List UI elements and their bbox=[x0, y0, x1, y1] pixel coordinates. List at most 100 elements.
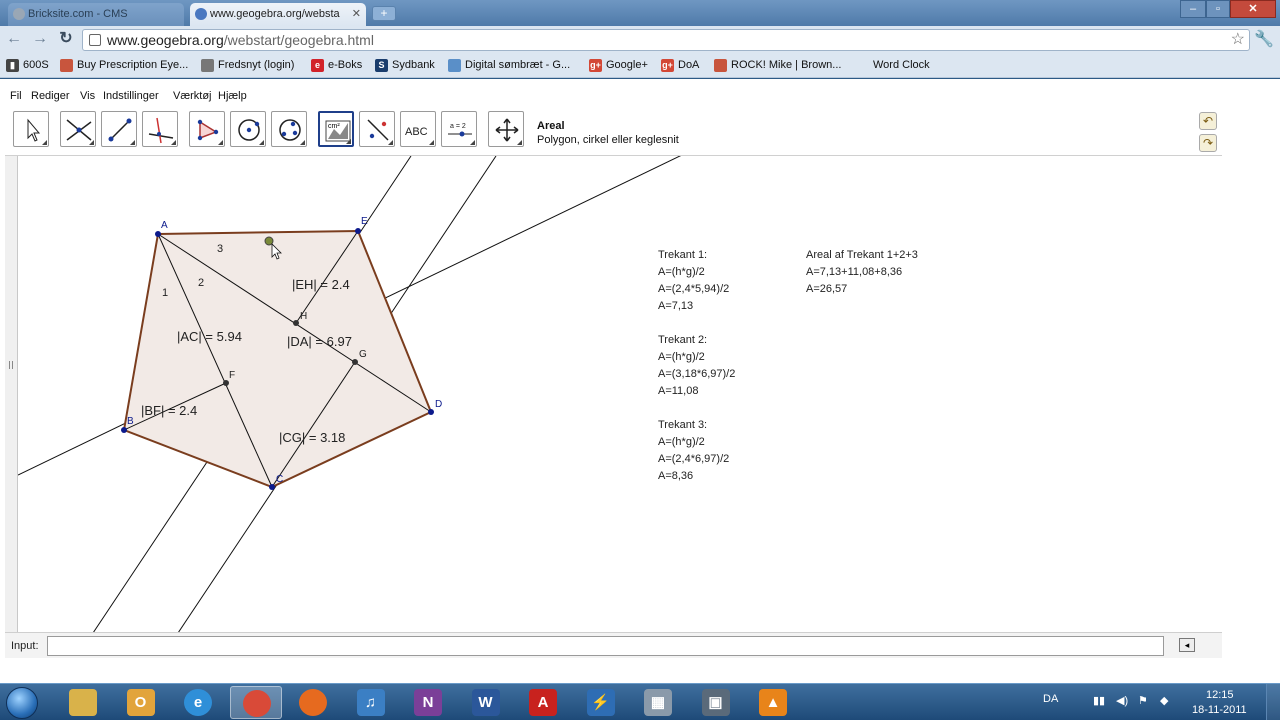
pentagon-polygon[interactable] bbox=[122, 229, 433, 489]
notes-column-1: Trekant 1: A=(h*g)/2 A=(2,4*5,94)/2 A=7,13 … bbox=[658, 247, 735, 485]
tab-close-icon[interactable]: ✕ bbox=[352, 3, 361, 25]
redo-button[interactable]: ↷ bbox=[1199, 134, 1217, 152]
tab-bricksite[interactable]: Bricksite.com - CMS bbox=[8, 3, 184, 26]
bookmark-label: Digital sømbræt - G... bbox=[465, 59, 571, 71]
bookmark-item[interactable]: Fredsnyt (login) bbox=[201, 58, 294, 74]
reload-icon[interactable]: ↻ bbox=[56, 31, 76, 49]
bookmark-icon: ▮ bbox=[6, 59, 19, 72]
menu-rediger[interactable]: Rediger bbox=[31, 90, 70, 102]
bookmark-label: 600S bbox=[23, 59, 49, 71]
perpendicular-tool-button[interactable] bbox=[142, 111, 178, 147]
point-b[interactable] bbox=[121, 427, 127, 433]
page-icon bbox=[448, 59, 461, 72]
move-graphics-view-tool-button[interactable] bbox=[488, 111, 524, 147]
algebra-view-splitter[interactable] bbox=[5, 156, 18, 632]
note-line: Trekant 3: bbox=[658, 419, 708, 431]
bookmark-item[interactable]: e e-Boks bbox=[311, 58, 362, 74]
browser-toolbar: ← → ↻ www.geogebra.org/webstart/geogebra… bbox=[0, 26, 1280, 54]
point-d[interactable] bbox=[428, 409, 434, 415]
intersect-tool-button[interactable] bbox=[60, 111, 96, 147]
bookmark-label: Fredsnyt (login) bbox=[218, 59, 295, 71]
input-field[interactable] bbox=[47, 636, 1164, 656]
taskbar-app-calculator[interactable]: ▦ bbox=[632, 686, 684, 719]
bookmark-label: Buy Prescription Eye... bbox=[77, 59, 189, 71]
point-c[interactable] bbox=[269, 484, 275, 490]
slider-tool-button[interactable]: a = 2 bbox=[441, 111, 477, 147]
wrench-icon[interactable]: 🔧 bbox=[1254, 29, 1274, 49]
taskbar-app-flash[interactable]: ⚡ bbox=[575, 686, 627, 719]
address-bar[interactable]: www.geogebra.org/webstart/geogebra.html … bbox=[82, 29, 1250, 51]
text-glyph: ABC bbox=[405, 126, 428, 138]
calculator-icon: ▦ bbox=[644, 689, 672, 716]
bookmark-star-icon[interactable]: ☆ bbox=[1231, 30, 1245, 50]
bookmark-item[interactable]: ▮ 600S bbox=[6, 58, 49, 74]
input-help-toggle-icon[interactable]: ◂ bbox=[1179, 638, 1195, 652]
volume-icon[interactable]: ◀) bbox=[1116, 694, 1128, 707]
clock-date[interactable]: 18-11-2011 bbox=[1192, 704, 1247, 716]
tab-geogebra[interactable]: www.geogebra.org/websta ✕ bbox=[190, 3, 366, 26]
forward-icon[interactable]: → bbox=[30, 31, 50, 49]
menu-fil[interactable]: Fil bbox=[10, 90, 22, 102]
outlook-icon: O bbox=[126, 689, 155, 716]
show-desktop-button[interactable] bbox=[1266, 684, 1280, 720]
graphics-view[interactable]: |EH| = 2.4 |AC| = 5.94 |DA| = 6.97 |BF| = 2… bbox=[5, 155, 1222, 632]
reflect-tool-button[interactable] bbox=[359, 111, 395, 147]
taskbar-app-vlc[interactable]: ▲ bbox=[747, 686, 799, 719]
menu-indstillinger[interactable]: Indstillinger bbox=[103, 90, 159, 102]
point-label: B bbox=[127, 416, 134, 427]
menu-vaerktoej[interactable]: Værktøj bbox=[173, 90, 212, 102]
point-g[interactable] bbox=[352, 359, 358, 365]
point-label: G bbox=[359, 349, 367, 360]
segment-tool-button[interactable] bbox=[101, 111, 137, 147]
network-icon[interactable]: ▮▮ bbox=[1093, 694, 1105, 707]
point-h[interactable] bbox=[293, 320, 299, 326]
minimize-button[interactable]: – bbox=[1180, 0, 1206, 18]
point-label: E bbox=[361, 216, 368, 227]
point-a[interactable] bbox=[155, 231, 161, 237]
dropbox-icon[interactable]: ◆ bbox=[1160, 694, 1168, 707]
text-tool-button[interactable]: ABC bbox=[400, 111, 436, 147]
taskbar-app-acrobat[interactable]: A bbox=[517, 686, 569, 719]
taskbar-app-video-editor[interactable]: ▣ bbox=[690, 686, 742, 719]
taskbar-app-chrome[interactable] bbox=[229, 686, 282, 719]
bookmark-item[interactable]: g+ Google+ bbox=[589, 58, 648, 74]
polygon-tool-button[interactable] bbox=[189, 111, 225, 147]
circle-tool-button[interactable] bbox=[230, 111, 266, 147]
start-button[interactable] bbox=[2, 685, 42, 720]
note-line: A=11,08 bbox=[658, 385, 699, 397]
bookmark-item[interactable]: S Sydbank bbox=[375, 58, 435, 74]
acrobat-icon: A bbox=[529, 689, 557, 716]
new-tab-button[interactable]: + bbox=[372, 6, 396, 21]
menu-hjaelp[interactable]: Hjælp bbox=[218, 90, 247, 102]
move-tool-button[interactable] bbox=[13, 111, 49, 147]
taskbar-app-internet-explorer[interactable]: e bbox=[172, 686, 224, 719]
bookmark-item[interactable]: Word Clock bbox=[856, 58, 930, 74]
gplus-icon: g+ bbox=[589, 59, 602, 72]
url-host: www.geogebra.org bbox=[107, 32, 224, 48]
back-icon[interactable]: ← bbox=[4, 31, 24, 49]
language-indicator[interactable]: DA bbox=[1043, 693, 1058, 705]
taskbar-app-itunes[interactable]: ♫ bbox=[345, 686, 397, 719]
taskbar-app-explorer[interactable] bbox=[57, 686, 109, 719]
point-e[interactable] bbox=[355, 228, 361, 234]
area-tool-button[interactable]: cm² bbox=[318, 111, 354, 147]
note-line: A=(h*g)/2 bbox=[658, 436, 705, 448]
note-line: A=(2,4*5,94)/2 bbox=[658, 283, 730, 295]
taskbar-app-firefox[interactable] bbox=[287, 686, 339, 719]
bookmark-item[interactable]: Digital sømbræt - G... bbox=[448, 58, 570, 74]
bookmark-item[interactable]: g+ DoA bbox=[661, 58, 699, 74]
taskbar-app-outlook[interactable]: O bbox=[115, 686, 167, 719]
menu-vis[interactable]: Vis bbox=[80, 90, 95, 102]
undo-button[interactable]: ↶ bbox=[1199, 112, 1217, 130]
bookmark-item[interactable]: Buy Prescription Eye... bbox=[60, 58, 188, 74]
maximize-button[interactable]: ▫ bbox=[1206, 0, 1230, 18]
circle-3-points-tool-button[interactable] bbox=[271, 111, 307, 147]
taskbar-app-word[interactable]: W bbox=[460, 686, 512, 719]
taskbar-app-onenote[interactable]: N bbox=[402, 686, 454, 719]
clock-time[interactable]: 12:15 bbox=[1206, 689, 1234, 701]
flag-icon[interactable]: ⚑ bbox=[1138, 694, 1148, 707]
geometry-canvas[interactable]: |EH| = 2.4 |AC| = 5.94 |DA| = 6.97 |BF| = 2… bbox=[18, 156, 1222, 632]
bookmark-item[interactable]: ROCK! Mike | Brown... bbox=[714, 58, 841, 74]
note-line: A=(3,18*6,97)/2 bbox=[658, 368, 736, 380]
close-window-button[interactable]: ✕ bbox=[1230, 0, 1276, 18]
